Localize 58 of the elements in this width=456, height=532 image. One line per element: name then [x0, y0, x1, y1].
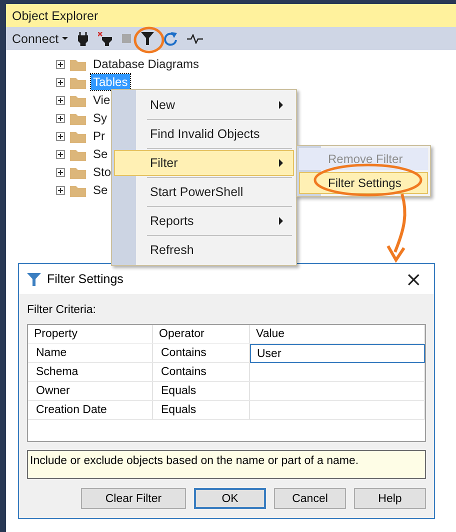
tree-item[interactable]: Se: [91, 146, 110, 162]
refresh-icon[interactable]: [164, 32, 177, 46]
menu-item[interactable]: Reports: [114, 208, 294, 234]
column-header: Operator: [153, 325, 250, 344]
dialog-title: Filter Settings: [47, 272, 124, 286]
table-cell: Equals: [153, 382, 250, 401]
description-box: Include or exclude objects based on the name or part of a name.: [27, 450, 426, 479]
criteria-label: Filter Criteria:: [27, 304, 98, 316]
folder-icon: [70, 112, 86, 124]
tree-item[interactable]: Sto: [91, 164, 114, 180]
table-cell: Contains: [153, 363, 250, 382]
tree-item[interactable]: Vie: [91, 92, 112, 108]
expand-toggle-icon[interactable]: [56, 168, 65, 176]
tree-item[interactable]: Se: [91, 182, 110, 198]
folder-icon: [70, 94, 86, 106]
dialog-button[interactable]: Help: [354, 488, 426, 509]
tree-item[interactable]: Database Diagrams: [91, 56, 202, 72]
tree-item[interactable]: Pr: [91, 128, 107, 144]
value-field[interactable]: User: [250, 344, 425, 363]
folder-icon: [70, 184, 86, 196]
close-button[interactable]: ×: [401, 267, 426, 291]
table-cell: Creation Date: [28, 401, 153, 420]
window-title: Object Explorer: [6, 4, 456, 27]
tree-item[interactable]: Sy: [91, 110, 110, 126]
dialog-button[interactable]: Clear Filter: [81, 488, 186, 509]
dialog-button[interactable]: OK: [194, 488, 266, 509]
menu-item[interactable]: Find Invalid Objects: [114, 121, 294, 147]
plug-icon[interactable]: [78, 32, 88, 46]
disconnect-plug-icon[interactable]: [98, 32, 112, 46]
funnel-icon: [27, 272, 41, 286]
folder-icon: [70, 58, 86, 70]
folder-icon: [70, 76, 86, 88]
connect-button[interactable]: Connect: [12, 32, 68, 46]
menu-item[interactable]: Filter Settings: [299, 172, 428, 194]
filter-icon[interactable]: [140, 32, 154, 45]
expand-toggle-icon[interactable]: [56, 114, 65, 122]
table-cell: Owner: [28, 382, 153, 401]
expand-toggle-icon[interactable]: [56, 60, 65, 68]
expand-toggle-icon[interactable]: [56, 186, 65, 194]
highlight-ellipse: [133, 26, 165, 54]
folder-icon: [70, 130, 86, 142]
folder-icon: [70, 148, 86, 160]
expand-toggle-icon[interactable]: [56, 78, 65, 86]
menu-item[interactable]: New: [114, 92, 294, 118]
expand-toggle-icon[interactable]: [56, 150, 65, 158]
activity-icon[interactable]: [186, 34, 203, 44]
menu-item[interactable]: Start PowerShell: [114, 179, 294, 205]
expand-toggle-icon[interactable]: [56, 132, 65, 140]
column-header: Property: [28, 325, 153, 344]
menu-item[interactable]: Refresh: [114, 237, 294, 263]
table-cell: Equals: [153, 401, 250, 420]
table-cell: Schema: [28, 363, 153, 382]
folder-icon: [70, 166, 86, 178]
caret-icon: [62, 36, 68, 40]
menu-item[interactable]: Filter: [114, 150, 294, 176]
table-cell: Name: [28, 344, 153, 363]
expand-toggle-icon[interactable]: [56, 96, 65, 104]
dialog-button[interactable]: Cancel: [274, 488, 346, 509]
